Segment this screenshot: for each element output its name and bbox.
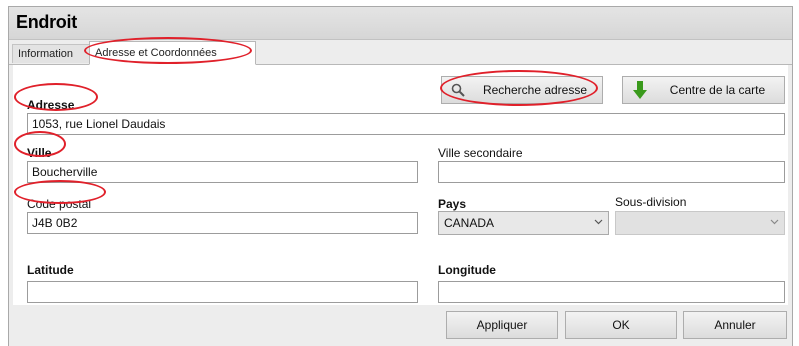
ville-secondaire-label: Ville secondaire: [438, 146, 523, 160]
apply-button[interactable]: Appliquer: [446, 311, 558, 339]
longitude-field[interactable]: [438, 281, 785, 303]
longitude-label: Longitude: [438, 263, 496, 277]
ville-field[interactable]: Boucherville: [27, 161, 418, 183]
code-postal-label: Code postal: [27, 197, 92, 211]
pays-value: CANADA: [444, 216, 495, 230]
down-arrow-icon: [633, 81, 647, 99]
latitude-field[interactable]: [27, 281, 418, 303]
ville-label: Ville: [27, 146, 52, 160]
sous-division-select[interactable]: [615, 211, 785, 235]
cancel-button[interactable]: Annuler: [683, 311, 787, 339]
search-address-button[interactable]: Recherche adresse: [441, 76, 603, 104]
chevron-down-icon: [770, 219, 779, 225]
pays-label: Pays: [438, 197, 467, 211]
ville-secondaire-field[interactable]: [438, 161, 785, 183]
title-bar: Endroit: [9, 7, 792, 40]
dialog-footer: Appliquer OK Annuler: [9, 305, 792, 346]
tab-bar: Information Adresse et Coordonnées: [9, 40, 792, 65]
adresse-label: Adresse: [27, 98, 75, 112]
tab-panel: Recherche adresse Centre de la carte Adr…: [13, 65, 788, 305]
adresse-field[interactable]: 1053, rue Lionel Daudais: [27, 113, 785, 135]
map-center-button[interactable]: Centre de la carte: [622, 76, 785, 104]
ok-button[interactable]: OK: [565, 311, 677, 339]
search-address-label: Recherche adresse: [482, 83, 588, 97]
sous-division-label: Sous-division: [615, 195, 687, 209]
map-center-label: Centre de la carte: [669, 83, 766, 97]
chevron-down-icon: [594, 219, 603, 225]
dialog-window: Endroit Information Adresse et Coordonné…: [8, 6, 793, 346]
pays-select[interactable]: CANADA: [438, 211, 609, 235]
latitude-label: Latitude: [27, 263, 74, 277]
code-postal-field[interactable]: J4B 0B2: [27, 212, 418, 234]
tab-adresse-coordonnees[interactable]: Adresse et Coordonnées: [89, 41, 256, 65]
magnifier-icon: [451, 83, 465, 97]
window-title: Endroit: [16, 12, 77, 32]
tab-information[interactable]: Information: [12, 44, 90, 63]
